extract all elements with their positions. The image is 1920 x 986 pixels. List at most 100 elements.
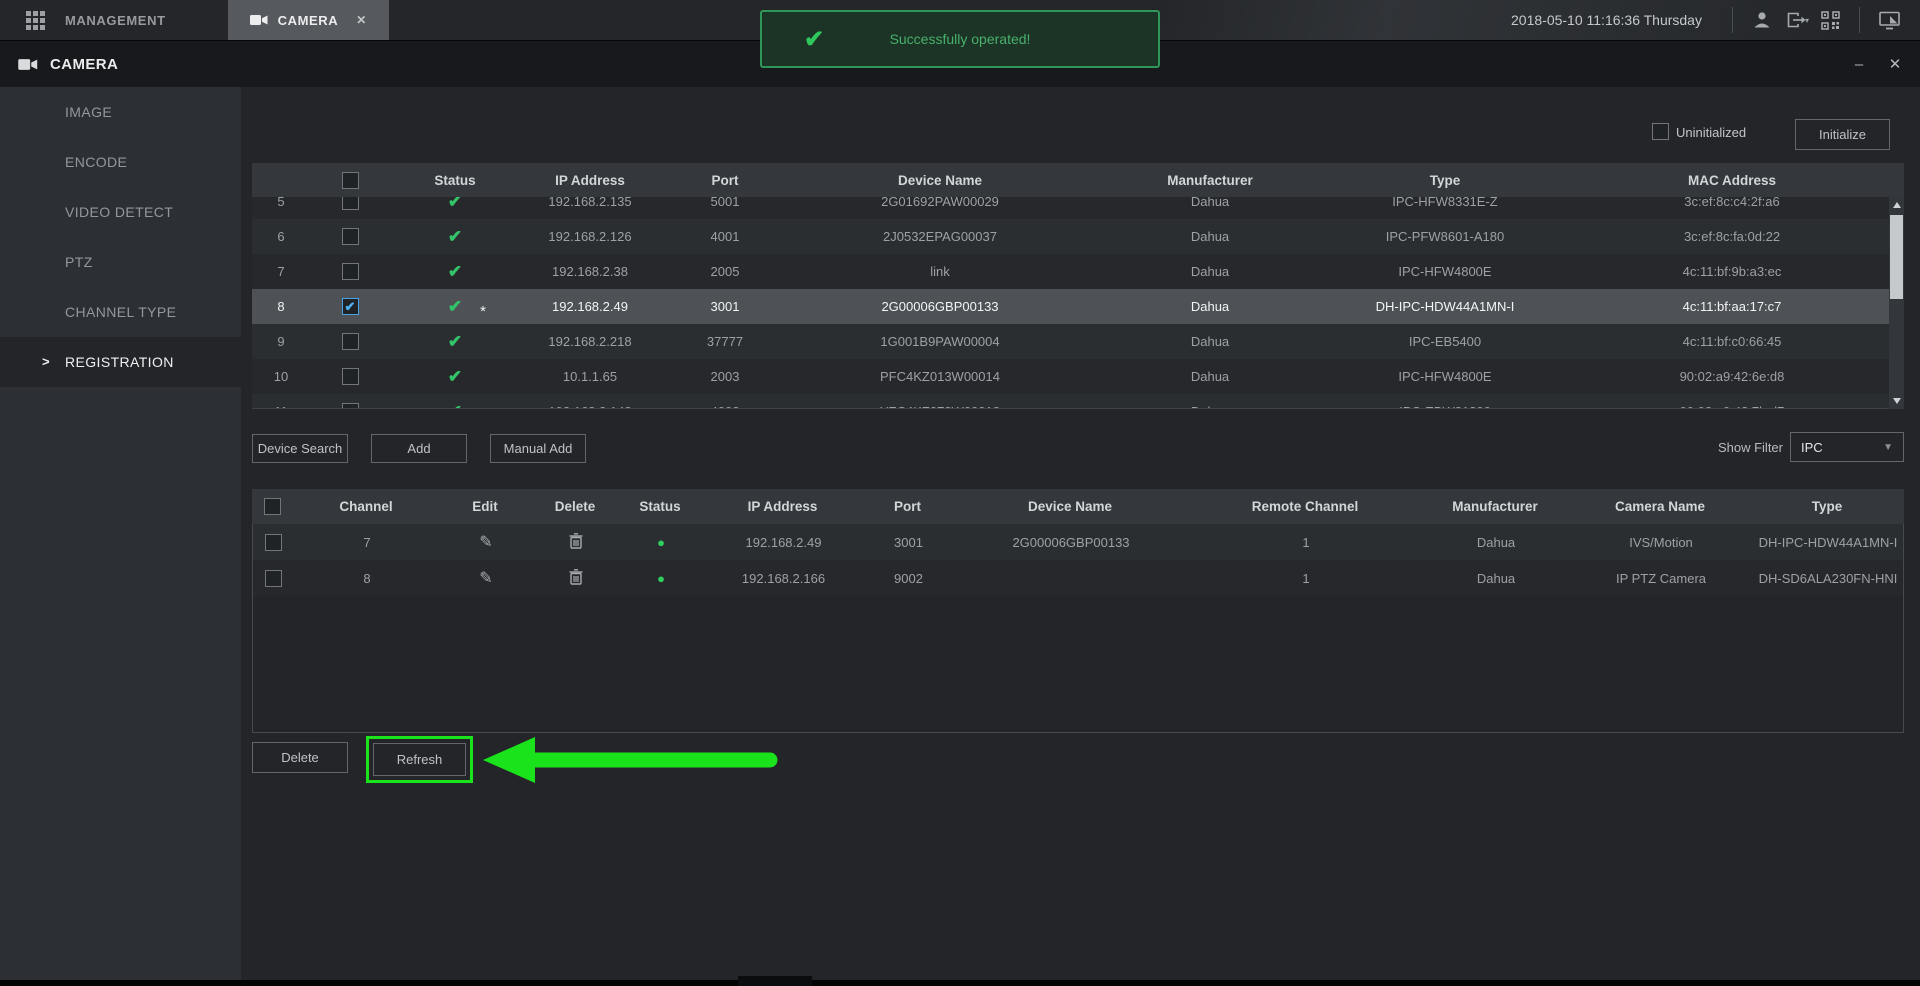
table-row[interactable]: 7 ✎ ● 192.168.2.49 3001 2G00006GBP00133 … <box>253 524 1903 560</box>
uninitialized-checkbox[interactable] <box>1652 123 1669 140</box>
grid-icon <box>26 11 45 30</box>
chevron-right-icon: > <box>42 337 50 387</box>
col-delete: Delete <box>530 499 620 514</box>
row-checkbox[interactable] <box>265 570 282 587</box>
table-row[interactable]: 11 ✔ 192.168.2.148 4002 YZC4KZ078W00018 … <box>252 394 1904 409</box>
caret-down-icon: ▼ <box>1883 442 1893 453</box>
add-button[interactable]: Add <box>371 434 467 463</box>
row-checkbox-checked[interactable]: ✔ <box>342 298 359 315</box>
taskbar-peek-tab[interactable] <box>738 976 812 986</box>
status-connected-icon: ● <box>657 571 665 586</box>
col-type: Type <box>1750 499 1904 514</box>
status-online-icon: ✔ <box>448 332 462 351</box>
camera-icon <box>18 58 38 71</box>
sidebar-item-registration[interactable]: > REGISTRATION <box>0 337 241 387</box>
bottom-edge-bar <box>0 980 1920 986</box>
minimize-button[interactable]: – <box>1850 56 1868 73</box>
col-camera-name: Camera Name <box>1570 499 1750 514</box>
col-mac: MAC Address <box>1560 173 1904 188</box>
refresh-button[interactable]: Refresh <box>373 743 466 776</box>
tab-camera-label: CAMERA <box>278 13 339 28</box>
col-channel: Channel <box>292 499 440 514</box>
select-all-checkbox[interactable] <box>264 498 281 515</box>
row-checkbox[interactable] <box>342 263 359 280</box>
added-flag: * <box>480 303 486 317</box>
qr-code-icon <box>1821 11 1840 30</box>
window-title: CAMERA <box>50 56 118 73</box>
sidebar: IMAGE ENCODE VIDEO DETECT PTZ CHANNEL TY… <box>0 87 241 980</box>
display-output-button[interactable] <box>1872 0 1906 40</box>
scroll-up-button[interactable] <box>1889 197 1904 213</box>
divider <box>1732 7 1733 33</box>
col-remote-channel: Remote Channel <box>1190 499 1420 514</box>
device-search-button[interactable]: Device Search <box>252 434 348 463</box>
sidebar-item-encode[interactable]: ENCODE <box>0 137 241 187</box>
table-row[interactable]: 8 ✎ ● 192.168.2.166 9002 1 Dahua IP PTZ … <box>253 560 1903 596</box>
main-menu-button[interactable] <box>0 0 59 40</box>
table-row-selected[interactable]: 8 ✔ ✔ * 192.168.2.49 3001 2G00006GBP0013… <box>252 289 1904 324</box>
topbar-right-cluster: 2018-05-10 11:16:36 Thursday ▾ <box>1511 0 1920 40</box>
device-search-table: Status IP Address Port Device Name Manuf… <box>252 163 1904 409</box>
manual-add-button[interactable]: Manual Add <box>490 434 586 463</box>
table-row[interactable]: 7 ✔ 192.168.2.38 2005 link Dahua IPC-HFW… <box>252 254 1904 289</box>
table-scrollbar[interactable] <box>1889 197 1904 409</box>
status-online-icon: ✔ <box>448 297 462 316</box>
refresh-highlight-box: Refresh <box>366 736 473 783</box>
row-checkbox[interactable] <box>342 228 359 245</box>
app-window: MANAGEMENT CAMERA ✕ 2018-05-10 11:16:36 … <box>0 0 1920 986</box>
table-row[interactable]: 5 ✔ 192.168.2.135 5001 2G01692PAW00029 D… <box>252 197 1904 219</box>
user-icon <box>1752 10 1772 30</box>
col-status: Status <box>620 499 700 514</box>
edit-pencil-icon[interactable]: ✎ <box>479 534 492 551</box>
row-checkbox[interactable] <box>342 368 359 385</box>
status-online-icon: ✔ <box>448 367 462 386</box>
col-type: Type <box>1330 173 1560 188</box>
divider <box>1859 7 1860 33</box>
delete-trash-icon[interactable] <box>569 569 583 585</box>
table-row[interactable]: 9 ✔ 192.168.2.218 37777 1G001B9PAW00004 … <box>252 324 1904 359</box>
delete-trash-icon[interactable] <box>569 533 583 549</box>
delete-button[interactable]: Delete <box>252 742 348 773</box>
user-account-button[interactable] <box>1745 0 1779 40</box>
row-checkbox[interactable] <box>342 403 359 409</box>
close-button[interactable]: ✕ <box>1886 55 1904 73</box>
show-filter-value: IPC <box>1801 440 1823 455</box>
col-ip: IP Address <box>520 173 660 188</box>
col-edit: Edit <box>440 499 530 514</box>
col-device-name: Device Name <box>950 499 1190 514</box>
row-checkbox[interactable] <box>265 534 282 551</box>
qr-code-button[interactable] <box>1813 0 1847 40</box>
select-all-checkbox[interactable] <box>342 172 359 189</box>
status-online-icon: ✔ <box>448 402 462 410</box>
row-checkbox[interactable] <box>342 197 359 210</box>
show-filter-dropdown[interactable]: IPC ▼ <box>1790 432 1904 462</box>
logout-caret-icon[interactable]: ▾ <box>1805 16 1809 25</box>
scroll-down-button[interactable] <box>1889 393 1904 409</box>
col-manufacturer: Manufacturer <box>1090 173 1330 188</box>
tab-close-icon[interactable]: ✕ <box>356 13 367 27</box>
status-online-icon: ✔ <box>448 227 462 246</box>
row-checkbox[interactable] <box>342 333 359 350</box>
show-filter-label: Show Filter <box>1640 440 1783 455</box>
tab-management-label: MANAGEMENT <box>65 13 166 28</box>
status-online-icon: ✔ <box>448 262 462 281</box>
scrollbar-thumb[interactable] <box>1890 215 1903 299</box>
table-header-row: Status IP Address Port Device Name Manuf… <box>252 163 1904 197</box>
annotation-arrow-icon <box>477 735 779 785</box>
sidebar-item-ptz[interactable]: PTZ <box>0 237 241 287</box>
tab-camera[interactable]: CAMERA ✕ <box>228 0 389 40</box>
initialize-button[interactable]: Initialize <box>1795 119 1890 150</box>
sidebar-item-channel-type[interactable]: CHANNEL TYPE <box>0 287 241 337</box>
table-row[interactable]: 10 ✔ 10.1.1.65 2003 PFC4KZ013W00014 Dahu… <box>252 359 1904 394</box>
toast-message: Successfully operated! <box>890 31 1031 47</box>
success-check-icon: ✔ <box>804 25 824 54</box>
edit-pencil-icon[interactable]: ✎ <box>479 570 492 587</box>
table-row[interactable]: 6 ✔ 192.168.2.126 4001 2J0532EPAG00037 D… <box>252 219 1904 254</box>
system-datetime: 2018-05-10 11:16:36 Thursday <box>1511 12 1702 28</box>
tab-management[interactable]: MANAGEMENT <box>59 0 206 40</box>
sidebar-item-video-detect[interactable]: VIDEO DETECT <box>0 187 241 237</box>
sidebar-item-image[interactable]: IMAGE <box>0 87 241 137</box>
col-ip: IP Address <box>700 499 865 514</box>
uninitialized-label: Uninitialized <box>1676 125 1746 140</box>
col-port: Port <box>660 173 790 188</box>
